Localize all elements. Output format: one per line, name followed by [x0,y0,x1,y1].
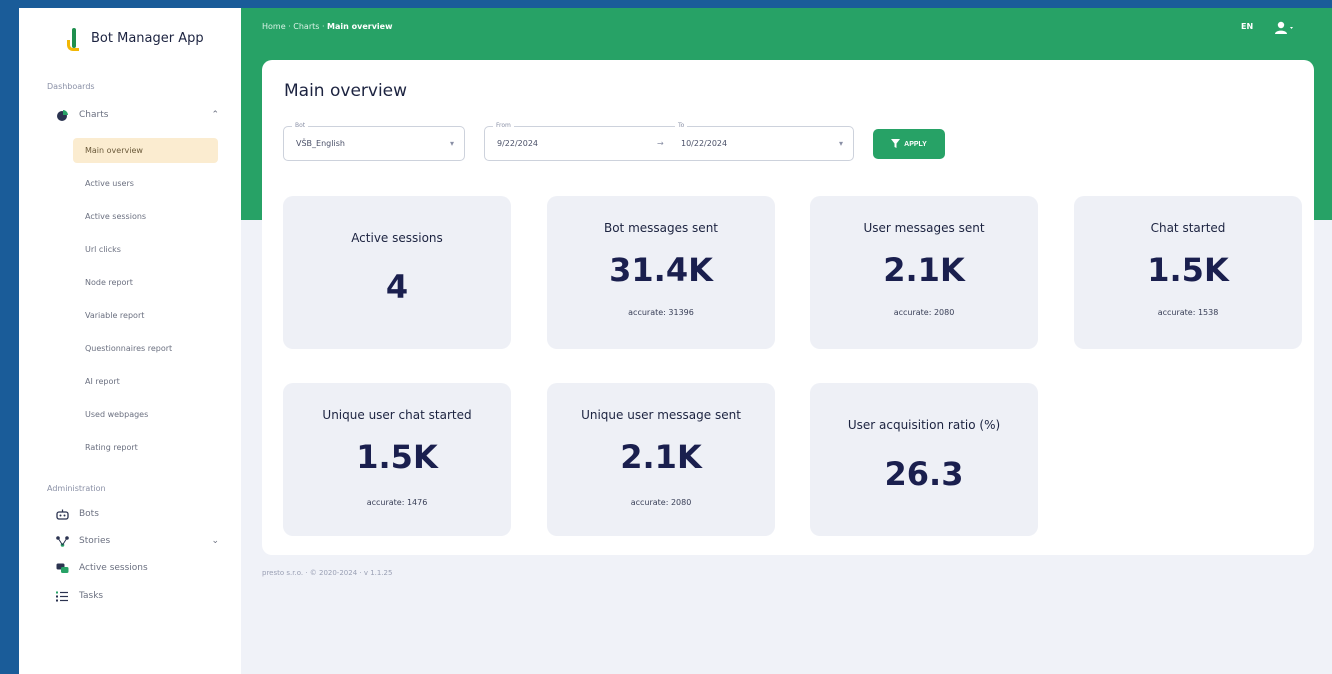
sidebar-item-tasks[interactable]: Tasks [55,589,219,603]
stat-card-active-sessions: Active sessions 4 [283,196,511,349]
filter-icon [891,138,901,150]
sidebar-item-questionnaires-report[interactable]: Questionnaires report [73,336,218,361]
stat-title: User messages sent [863,221,985,235]
sidebar-item-used-webpages[interactable]: Used webpages [73,402,218,427]
sidebar-item-main-overview[interactable]: Main overview [73,138,218,163]
stat-value: 2.1K [883,251,965,289]
language-switch[interactable]: EN [1241,22,1253,31]
stat-accurate: accurate: 1476 [366,498,428,507]
sidebar-group-label: Charts [79,110,109,120]
stat-accurate: accurate: 1538 [1157,308,1219,317]
stat-value: 4 [385,268,409,306]
sidebar-item-url-clicks[interactable]: Url clicks [73,237,218,262]
stat-card-bot-messages: Bot messages sent 31.4K accurate: 31396 [547,196,775,349]
stat-card-user-messages: User messages sent 2.1K accurate: 2080 [810,196,1038,349]
stat-accurate: accurate: 2080 [893,308,955,317]
app-frame: Bot Manager App Dashboards Charts ⌃ Main… [19,8,1332,674]
stat-value: 31.4K [609,251,713,289]
stat-accurate: accurate: 2080 [630,498,692,507]
user-menu[interactable] [1274,20,1296,39]
stat-title: Active sessions [351,231,443,245]
bot-select[interactable]: Bot VŠB_English ▾ [283,122,465,161]
stat-title: Unique user message sent [581,408,741,422]
sidebar-item-label: Bots [79,509,99,519]
date-to-value[interactable]: 10/22/2024 [681,139,727,148]
sidebar-group-charts[interactable]: Charts ⌃ [55,108,219,122]
sidebar-item-label: Tasks [79,591,104,601]
chevron-up-icon[interactable]: ⌃ [211,110,219,120]
chevron-down-icon: ▾ [449,139,454,148]
task-list-icon [55,589,69,603]
network-icon [55,534,69,548]
date-from-value[interactable]: 9/22/2024 [497,139,538,148]
stat-accurate: accurate: 31396 [628,308,694,317]
page-title: Main overview [284,81,408,101]
sidebar-item-stories[interactable]: Stories ⌄ [55,534,219,548]
stat-card-unique-chat-started: Unique user chat started 1.5K accurate: … [283,383,511,536]
breadcrumb-current: Main overview [327,22,393,31]
stat-value: 1.5K [1147,251,1229,289]
stat-title: User acquisition ratio (%) [847,418,1001,432]
app-name: Bot Manager App [91,30,204,46]
stat-value: 1.5K [356,438,438,476]
user-icon [1275,21,1293,34]
sidebar-item-active-sessions-admin[interactable]: Active sessions [55,561,219,575]
sidebar-item-label: Stories [79,536,111,546]
sidebar-item-active-users[interactable]: Active users [73,171,218,196]
sidebar-item-label: Active sessions [79,563,148,573]
stat-value: 26.3 [884,455,964,493]
app-logo-icon [67,26,81,51]
bot-select-value: VŠB_English [296,139,345,148]
arrow-right-icon: → [657,139,664,148]
apply-button-label: APPLY [904,140,927,148]
chat-bubbles-icon [55,561,69,575]
chevron-down-icon[interactable]: ⌄ [211,536,219,546]
pie-chart-icon [55,108,69,122]
section-label-dashboards: Dashboards [47,82,95,91]
date-to-label: To [675,122,688,129]
breadcrumb: Home · Charts · Main overview [262,22,392,31]
brand[interactable]: Bot Manager App [67,26,204,51]
chevron-down-icon: ▾ [838,139,843,148]
breadcrumb-path[interactable]: Home · Charts · [262,22,327,31]
stat-title: Unique user chat started [322,408,472,422]
stat-card-unique-message-sent: Unique user message sent 2.1K accurate: … [547,383,775,536]
robot-icon [55,507,69,521]
sidebar-item-node-report[interactable]: Node report [73,270,218,295]
stat-value: 2.1K [620,438,702,476]
sidebar: Bot Manager App Dashboards Charts ⌃ Main… [19,8,241,674]
date-range-picker[interactable]: From To 9/22/2024 → 10/22/2024 ▾ [484,122,854,161]
sidebar-item-rating-report[interactable]: Rating report [73,435,218,460]
stat-card-user-acquisition-ratio: User acquisition ratio (%) 26.3 [810,383,1038,536]
stat-title: Chat started [1150,221,1226,235]
footer-text: presto s.r.o. · © 2020-2024 · v 1.1.25 [262,569,393,577]
date-from-label: From [493,122,514,129]
sidebar-item-ai-report[interactable]: AI report [73,369,218,394]
stat-card-chat-started: Chat started 1.5K accurate: 1538 [1074,196,1302,349]
apply-button[interactable]: APPLY [873,129,945,159]
bot-select-label: Bot [292,122,309,129]
sidebar-item-active-sessions[interactable]: Active sessions [73,204,218,229]
section-label-administration: Administration [47,484,106,493]
stat-title: Bot messages sent [603,221,719,235]
sidebar-item-bots[interactable]: Bots [55,507,219,521]
sidebar-item-variable-report[interactable]: Variable report [73,303,218,328]
